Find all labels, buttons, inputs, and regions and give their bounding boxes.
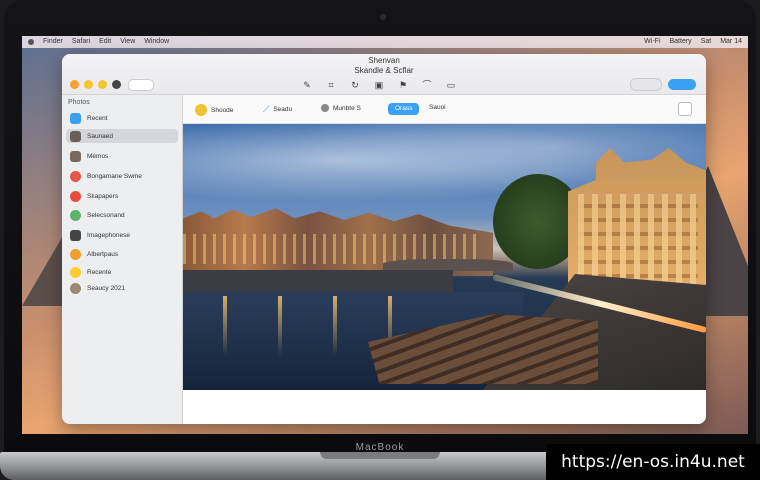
photo-icon	[70, 130, 81, 142]
apple-icon[interactable]	[28, 39, 34, 45]
crop-icon[interactable]: ⌗	[326, 80, 336, 90]
brush-icon: ⟋	[263, 104, 270, 114]
sidebar-item-label: Imagephonese	[87, 231, 131, 239]
trash-icon[interactable]: ▭	[446, 80, 456, 90]
photo-reflection	[333, 296, 337, 356]
status-item[interactable]: Sat	[701, 36, 712, 48]
star-icon	[70, 266, 81, 278]
sidebar-header: Photos	[68, 99, 90, 106]
sidebar-item-label: Recent	[87, 114, 108, 122]
toolbar-item-2[interactable]: ⟋ Seadu	[263, 104, 292, 115]
menu-item[interactable]: Window	[144, 36, 169, 48]
minimize-icon[interactable]	[84, 80, 93, 89]
status-item[interactable]: Battery	[670, 36, 692, 48]
photo-windows-right	[578, 194, 698, 284]
sidebar-item-5[interactable]: Skapapers	[66, 189, 178, 203]
curve-icon[interactable]: ⌒	[422, 80, 432, 90]
sidebar-item-label: Memos	[87, 152, 109, 160]
sidebar-item-label: Saunaed	[87, 132, 114, 140]
sidebar-item-recent[interactable]: Recent	[66, 111, 178, 125]
toolbar-item-3[interactable]: Munbte S	[321, 104, 361, 112]
image-icon[interactable]: ▣	[374, 80, 384, 90]
sun-icon	[195, 104, 207, 116]
base-notch	[320, 452, 440, 459]
photo-reflection	[223, 296, 227, 356]
search-field[interactable]	[630, 78, 662, 91]
sidebar-item-label: Selecsonand	[87, 211, 125, 219]
view-toggle[interactable]	[128, 79, 154, 91]
camera	[380, 14, 386, 20]
people-icon	[70, 170, 81, 182]
window-title-line1: Shenvan	[368, 56, 400, 65]
share-button[interactable]	[668, 79, 696, 90]
photos-window: Shenvan Skandle & Scflar ✎ ⌗ ↻ ▣ ⚑ ⌒ ▭ P…	[62, 54, 706, 424]
rotate-icon[interactable]: ↻	[350, 80, 360, 90]
photo-viewer[interactable]	[183, 124, 706, 390]
import-icon	[70, 229, 81, 241]
photo-quay	[183, 270, 453, 294]
sidebar-item-8[interactable]: Albertpaus	[66, 247, 178, 261]
title-bar: Shenvan Skandle & Scflar ✎ ⌗ ↻ ▣ ⚑ ⌒ ▭	[62, 54, 706, 95]
toolbar-item-1[interactable]: Shoode	[195, 104, 233, 116]
menu-item[interactable]: Safari	[72, 36, 90, 48]
watermark: https://en-os.in4u.net	[546, 444, 760, 480]
heart-icon	[70, 190, 81, 202]
toolbar-item-label: Shoode	[211, 106, 234, 114]
sidebar-item-label: Albertpaus	[87, 250, 119, 258]
menu-bar: Finder Safari Edit View Window Wi-Fi Bat…	[22, 36, 748, 48]
window-title: Shenvan Skandle & Scflar	[334, 56, 434, 76]
screen: Finder Safari Edit View Window Wi-Fi Bat…	[22, 36, 748, 434]
active-tab-button[interactable]: Orass	[388, 103, 420, 115]
toolbar-item-label: Seadu	[273, 106, 293, 113]
sidebar-item-selected[interactable]: Saunaed	[66, 129, 178, 143]
toolbar-item-label: Munbte S	[333, 104, 361, 112]
menu-item[interactable]: Edit	[99, 36, 111, 48]
content-area: Shoode ⟋ Seadu Munbte S Orass Sauoi	[183, 95, 706, 424]
memories-icon	[70, 150, 81, 162]
toolbar-item-label: Sauoi	[429, 104, 446, 111]
toolbar-item-last[interactable]: Sauoi	[429, 104, 446, 111]
sidebar-item-7[interactable]: Imagephonese	[66, 228, 178, 242]
close-icon[interactable]	[70, 80, 79, 89]
sidebar-icon[interactable]	[112, 80, 121, 89]
sidebar-item-4[interactable]: Bongamane Swme	[66, 169, 178, 183]
folder-icon	[70, 282, 81, 294]
sidebar-item-6[interactable]: Selecsonand	[66, 208, 178, 222]
window-title-line2: Skandle & Scflar	[354, 66, 414, 75]
album-icon	[70, 248, 81, 260]
pen-icon[interactable]: ✎	[302, 80, 312, 90]
sidebar-item-label: Skapapers	[87, 192, 119, 200]
menu-item[interactable]: Finder	[43, 36, 63, 48]
menu-item[interactable]: View	[120, 36, 135, 48]
share-icon[interactable]	[678, 102, 692, 116]
sidebar-item-label: Recente	[87, 268, 112, 276]
sidebar-item-10[interactable]: Seaucy 2021	[66, 281, 178, 295]
photo-reflection	[278, 296, 282, 356]
sidebar-item-memos[interactable]: Memos	[66, 149, 178, 163]
status-clock[interactable]: Mar 14	[720, 36, 742, 48]
sidebar-item-9[interactable]: Recente	[66, 265, 178, 279]
status-item[interactable]: Wi-Fi	[644, 36, 660, 48]
zoom-icon[interactable]	[98, 80, 107, 89]
places-icon	[70, 209, 81, 221]
flag-icon[interactable]: ⚑	[398, 80, 408, 90]
sidebar: Photos Recent Saunaed Memos Bongamane Sw…	[62, 95, 183, 424]
filter-icon	[321, 104, 329, 112]
clock-icon	[70, 112, 81, 124]
sidebar-item-label: Seaucy 2021	[87, 284, 125, 292]
sidebar-item-label: Bongamane Swme	[87, 172, 142, 180]
content-toolbar: Shoode ⟋ Seadu Munbte S Orass Sauoi	[183, 95, 706, 124]
